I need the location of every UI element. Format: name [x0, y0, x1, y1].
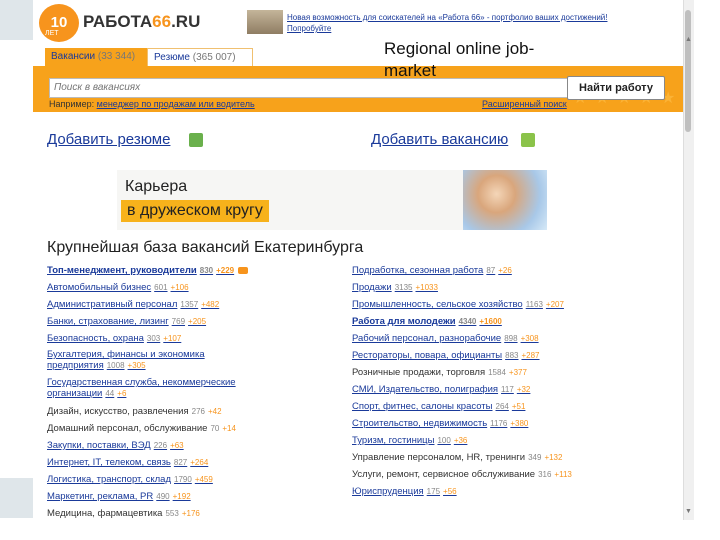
category-link[interactable]: Топ-менеджмент, руководители 830 +229	[47, 265, 249, 276]
category-link[interactable]: Спорт, фитнес, салоны красоты 264 +51	[352, 401, 525, 412]
category-link[interactable]: Безопасность, охрана 303 +107	[47, 333, 181, 344]
tab-resumes[interactable]: Резюме (365 007)	[147, 48, 253, 67]
logo-text: РАБОТА66.RU	[83, 12, 201, 31]
category-link[interactable]: Промышленность, сельское хозяйство 1163 +2…	[352, 299, 564, 310]
category-link[interactable]: Административный персонал 1357 +482	[47, 299, 219, 310]
add-vacancy-link[interactable]: Добавить вакансию	[371, 131, 508, 148]
category-link[interactable]: Банки, страхование, лизинг 769 +205	[47, 316, 206, 327]
left-strip	[0, 0, 33, 40]
news-link[interactable]: Новая возможность для соискателей на «Ра…	[287, 12, 627, 34]
category-link[interactable]: СМИ, Издательство, полиграфия 117 +32	[352, 384, 530, 395]
category-link[interactable]: Работа для молодежи 4340 +1600	[352, 316, 502, 327]
banner-line-2: в дружеском кругу	[121, 200, 269, 222]
scroll-up-arrow-icon[interactable]: ▲	[685, 36, 692, 43]
scrollbar-thumb[interactable]	[685, 10, 691, 132]
category-link[interactable]: Закупки, поставки, ВЭД 226 +63	[47, 440, 184, 451]
category-link[interactable]: Автомобильный бизнес 601 +106	[47, 282, 189, 293]
category-link[interactable]: Розничные продажи, торговля 1584 +377	[352, 367, 527, 378]
add-resume-icon[interactable]	[189, 133, 203, 147]
banner-line-1: Карьера	[125, 178, 188, 195]
category-link[interactable]: Бухгалтерия, финансы и экономика предпри…	[47, 349, 247, 371]
site-logo[interactable]: 10 РАБОТА66.RU	[39, 4, 200, 44]
category-link[interactable]: Рабочий персонал, разнорабочие 898 +308	[352, 333, 539, 344]
category-link[interactable]: Медицина, фармацевтика 553 +176	[47, 508, 200, 519]
category-link[interactable]: Управление персоналом, HR, тренинги 349 +1…	[352, 452, 562, 463]
category-link[interactable]: Маркетинг, реклама, PR 490 +192	[47, 491, 191, 502]
career-banner[interactable]: Карьера в дружеском кругу	[117, 170, 547, 230]
category-link[interactable]: Строительство, недвижимость 1176 +380	[352, 418, 528, 429]
slide-caption: Regional online job-market	[384, 39, 535, 80]
category-link[interactable]: Интернет, IT, телеком, связь 827 +264	[47, 457, 208, 468]
logo-badge-sub: ЛЕТ	[45, 30, 59, 37]
section-title: Крупнейшая база вакансий Екатеринбурга	[47, 239, 364, 256]
add-vacancy-icon[interactable]	[521, 133, 535, 147]
category-link[interactable]: Рестораторы, повара, официанты 883 +287	[352, 350, 540, 361]
search-example-link[interactable]: менеджер по продажам или водитель	[97, 99, 255, 109]
banner-photo	[463, 170, 547, 230]
scroll-down-arrow-icon[interactable]: ▼	[685, 508, 692, 515]
category-link[interactable]: Подработка, сезонная работа 87 +26	[352, 265, 512, 276]
news-thumbnail[interactable]	[247, 10, 283, 34]
category-link[interactable]: Домашний персонал, обслуживание 70 +14	[47, 423, 236, 434]
job-site-screenshot: 10 РАБОТА66.RU ЛЕТ Новая возможность для…	[33, 0, 683, 520]
tab-vacancies[interactable]: Вакансии (33 344)	[45, 48, 159, 66]
hot-badge-icon	[238, 266, 249, 274]
category-link[interactable]: Государственная служба, некоммерческие о…	[47, 377, 272, 399]
category-link[interactable]: Услуги, ремонт, сервисное обслуживание 31…	[352, 469, 572, 480]
category-link[interactable]: Туризм, гостиницы 100 +36	[352, 435, 467, 446]
category-link[interactable]: Логистика, транспорт, склад 1790 +459	[47, 474, 213, 485]
search-example: Например: менеджер по продажам или водит…	[49, 99, 255, 109]
category-link[interactable]: Продажи 3135 +1033	[352, 282, 438, 293]
advanced-search-link[interactable]: Расширенный поиск	[482, 99, 567, 109]
category-link[interactable]: Дизайн, искусство, развлечения 276 +42	[47, 406, 222, 417]
add-resume-link[interactable]: Добавить резюме	[47, 131, 170, 148]
category-link[interactable]: Юриспруденция 175 +56	[352, 486, 457, 497]
left-strip-bottom	[0, 478, 33, 518]
